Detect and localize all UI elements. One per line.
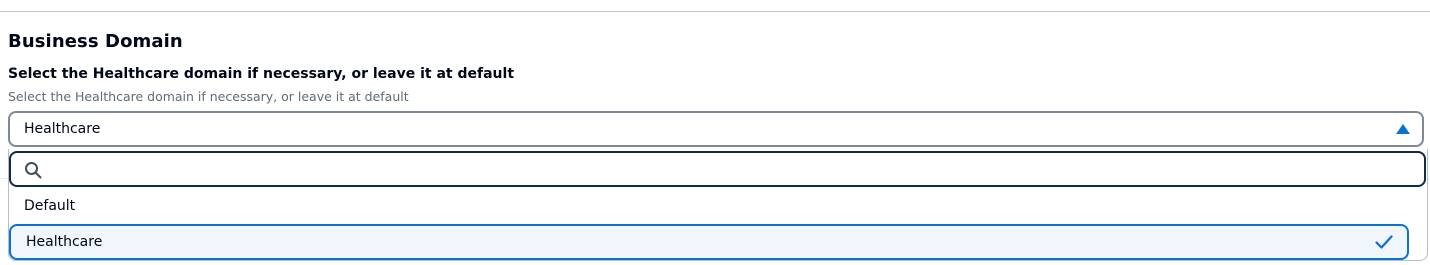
field-label: Select the Healthcare domain if necessar… (8, 66, 515, 82)
caret-up-icon (1396, 124, 1410, 134)
check-icon (1375, 235, 1393, 249)
search-box[interactable] (9, 151, 1426, 187)
top-divider (0, 11, 1430, 12)
option-label: Default (24, 198, 76, 214)
domain-select[interactable]: Healthcare (8, 111, 1424, 147)
section-heading: Business Domain (8, 31, 183, 52)
option-default[interactable]: Default (9, 189, 1409, 223)
option-label: Healthcare (26, 234, 103, 250)
search-input[interactable] (51, 157, 1416, 181)
page: Business Domain Select the Healthcare do… (0, 0, 1430, 265)
field-description: Select the Healthcare domain if necessar… (8, 89, 409, 104)
domain-select-value: Healthcare (24, 121, 101, 137)
search-icon (25, 162, 42, 179)
domain-dropdown-menu: Default Healthcare (8, 149, 1428, 261)
option-healthcare[interactable]: Healthcare (9, 224, 1409, 260)
